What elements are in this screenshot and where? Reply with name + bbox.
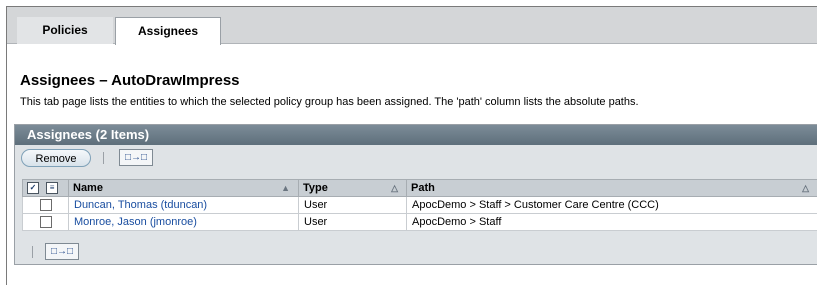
pagination-icon[interactable]: □→□ [119, 149, 153, 166]
path-cell: ApocDemo > Staff > Customer Care Centre … [406, 196, 817, 214]
select-all-icon[interactable]: ✓ [27, 182, 39, 195]
row-checkbox[interactable] [39, 216, 52, 229]
remove-button[interactable]: Remove [21, 149, 91, 167]
table-row: Duncan, Thomas (tduncan) User ApocDemo >… [22, 196, 817, 214]
pagination-icon[interactable]: □→□ [45, 243, 79, 260]
row-select-cell [22, 213, 69, 231]
column-header-name[interactable]: Name ▲ [68, 179, 299, 197]
tab-bar: Policies Assignees [7, 7, 817, 45]
type-cell: User [298, 196, 407, 214]
toolbar-separator [103, 152, 104, 164]
tab-policies[interactable]: Policies [17, 17, 113, 44]
table-row: Monroe, Jason (jmonroe) User ApocDemo > … [22, 213, 817, 231]
sort-ascending-icon[interactable]: ▲ [281, 183, 290, 193]
table-title: Assignees (2 Items) [15, 125, 817, 145]
name-cell: Monroe, Jason (jmonroe) [68, 213, 299, 231]
assignees-table: ✓ ≡ Name ▲ Type △ Path △ Duncan, Thomas … [22, 179, 817, 231]
column-header-path[interactable]: Path △ [406, 179, 817, 197]
column-label-type: Type [303, 182, 328, 194]
column-label-path: Path [411, 182, 435, 194]
row-checkbox[interactable] [39, 199, 52, 212]
table-toolbar: Remove □→□ [15, 145, 817, 172]
selection-header: ✓ ≡ [22, 179, 69, 197]
column-label-name: Name [73, 182, 103, 194]
column-header-type[interactable]: Type △ [298, 179, 407, 197]
page-description: This tab page lists the entities to whic… [20, 96, 639, 108]
assignee-link[interactable]: Monroe, Jason (jmonroe) [74, 216, 197, 228]
sort-icon[interactable]: △ [391, 183, 398, 194]
assignee-link[interactable]: Duncan, Thomas (tduncan) [74, 199, 207, 211]
deselect-all-icon[interactable]: ≡ [46, 182, 59, 195]
type-cell: User [298, 213, 407, 231]
page-title: Assignees – AutoDrawImpress [20, 72, 240, 89]
table-header-row: ✓ ≡ Name ▲ Type △ Path △ [22, 179, 817, 197]
name-cell: Duncan, Thomas (tduncan) [68, 196, 299, 214]
assignees-table-panel: Assignees (2 Items) Remove □→□ ✓ ≡ Name … [14, 124, 817, 265]
row-select-cell [22, 196, 69, 214]
toolbar-separator [32, 246, 33, 258]
path-cell: ApocDemo > Staff [406, 213, 817, 231]
sort-icon[interactable]: △ [802, 183, 809, 194]
bottom-toolbar: □→□ [15, 241, 817, 263]
tab-assignees[interactable]: Assignees [115, 17, 221, 45]
